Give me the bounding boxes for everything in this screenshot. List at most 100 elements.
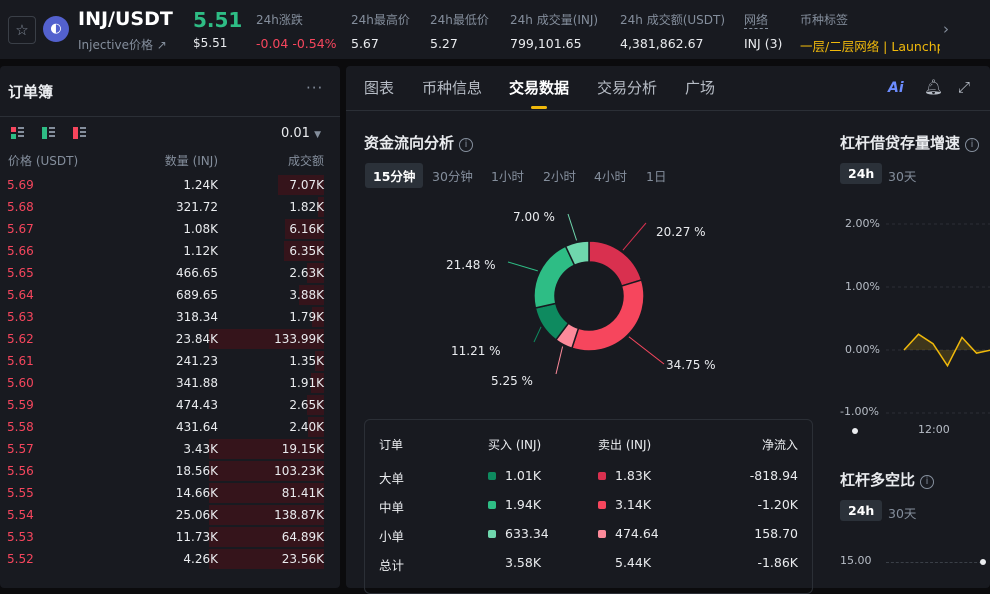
coin-price-link[interactable]: Injective价格 ↗ xyxy=(78,36,167,53)
chevron-right-icon[interactable]: › xyxy=(943,20,949,38)
legend-swatch xyxy=(598,501,606,509)
row-price: 5.59 xyxy=(7,398,34,412)
row-price: 5.58 xyxy=(7,420,34,434)
fund-flow-table: 订单 买入 (INJ) 卖出 (INJ) 净流入 大单 1.01K 1.83K … xyxy=(364,419,813,594)
row-total: 1.79K xyxy=(289,310,324,324)
precision-value: 0.01 xyxy=(281,126,310,141)
area-fill xyxy=(904,334,990,366)
info-icon[interactable]: i xyxy=(965,138,980,152)
net-cell: -1.86K xyxy=(757,555,798,570)
favorite-star-icon[interactable]: ☆ xyxy=(8,16,36,44)
orderbook-panel: 订单簿 ··· 0.01 ▼ 价格 (USDT) 数量 (INJ) 成交额 5.… xyxy=(0,66,340,588)
stat-label-network[interactable]: 网络 xyxy=(744,11,769,29)
view-bids-icon[interactable] xyxy=(42,127,55,139)
orderbook-row[interactable]: 5.59 474.43 2.65K xyxy=(0,394,340,416)
tab-trading-analysis[interactable]: 交易分析 xyxy=(597,77,657,98)
timeframe-1h[interactable]: 1小时 xyxy=(483,163,532,188)
orderbook-row[interactable]: 5.58 431.64 2.40K xyxy=(0,416,340,438)
main-panel: 图表 币种信息 交易数据 交易分析 广场 Ai 🔔︎ ⤢ 资金流向分析 i 15分… xyxy=(346,66,990,594)
buy-cell: 1.94K xyxy=(488,497,541,512)
last-price: 5.51 xyxy=(193,8,243,32)
row-price: 5.62 xyxy=(7,332,34,346)
timeframe-4h[interactable]: 4小时 xyxy=(586,163,635,188)
row-qty: 689.65 xyxy=(176,288,218,302)
more-options-icon[interactable]: ··· xyxy=(306,79,323,97)
view-both-icon[interactable] xyxy=(11,127,24,139)
row-price: 5.69 xyxy=(7,178,34,192)
orderbook-row[interactable]: 5.61 241.23 1.35K xyxy=(0,350,340,372)
view-asks-icon[interactable] xyxy=(73,127,86,139)
th-buy: 买入 (INJ) xyxy=(488,438,542,452)
info-icon[interactable]: i xyxy=(459,138,474,152)
net-cell: -818.94 xyxy=(749,468,798,483)
orderbook-row[interactable]: 5.60 341.88 1.91K xyxy=(0,372,340,394)
stat-value-tags[interactable]: 一层/二层网络 | Launchp xyxy=(800,36,940,55)
row-price: 5.65 xyxy=(7,266,34,280)
y-tick: 15.00 xyxy=(840,554,872,567)
tab-trading-data[interactable]: 交易数据 xyxy=(509,77,569,98)
orderbook-row[interactable]: 5.56 18.56K 103.23K xyxy=(0,460,340,482)
th-sell: 卖出 (INJ) xyxy=(598,438,652,452)
tab-square[interactable]: 广场 xyxy=(685,77,715,98)
orderbook-row[interactable]: 5.69 1.24K 7.07K xyxy=(0,174,340,196)
row-price: 5.63 xyxy=(7,310,34,324)
stat-label-high: 24h最高价 xyxy=(351,13,410,27)
tab-chart[interactable]: 图表 xyxy=(364,77,394,98)
timeframe-1d[interactable]: 1日 xyxy=(638,163,674,188)
th-order: 订单 xyxy=(379,438,404,452)
timeframe-30d[interactable]: 30天 xyxy=(880,163,924,188)
timeframe-24h[interactable]: 24h xyxy=(840,163,883,184)
precision-select[interactable]: 0.01 ▼ xyxy=(281,126,321,141)
timeframe-30d[interactable]: 30天 xyxy=(880,500,924,525)
net-cell: 158.70 xyxy=(754,526,798,541)
long-short-title: 杠杆多空比 i xyxy=(840,469,935,490)
buy-cell: 3.58K xyxy=(505,555,542,570)
row-label: 大单 xyxy=(379,471,405,486)
row-qty: 1.12K xyxy=(183,244,218,258)
orderbook-row[interactable]: 5.62 23.84K 133.99K xyxy=(0,328,340,350)
orderbook-row[interactable]: 5.53 11.73K 64.89K xyxy=(0,526,340,548)
timeframe-15m[interactable]: 15分钟 xyxy=(365,163,424,188)
sell-cell: 1.83K xyxy=(598,468,651,483)
timeframe-30m[interactable]: 30分钟 xyxy=(424,163,481,188)
row-qty: 1.08K xyxy=(183,222,218,236)
row-total: 81.41K xyxy=(281,486,324,500)
orderbook-row[interactable]: 5.67 1.08K 6.16K xyxy=(0,218,340,240)
injective-logo-icon: ◐ xyxy=(43,16,69,42)
orderbook-row[interactable]: 5.52 4.26K 23.56K xyxy=(0,548,340,570)
orderbook-row[interactable]: 5.63 318.34 1.79K xyxy=(0,306,340,328)
divider xyxy=(0,116,340,117)
stat-value-volume: 799,101.65 xyxy=(510,36,582,51)
orderbook-row[interactable]: 5.54 25.06K 138.87K xyxy=(0,504,340,526)
timeframe-2h[interactable]: 2小时 xyxy=(535,163,584,188)
row-price: 5.55 xyxy=(7,486,34,500)
bell-icon[interactable]: 🔔︎ xyxy=(924,78,943,96)
orderbook-row[interactable]: 5.57 3.43K 19.15K xyxy=(0,438,340,460)
info-icon[interactable]: i xyxy=(920,475,935,489)
expand-icon[interactable]: ⤢ xyxy=(958,78,970,96)
row-total: 23.56K xyxy=(281,552,324,566)
stat-label-turnover: 24h 成交额(USDT) xyxy=(620,13,726,27)
orderbook-row[interactable]: 5.66 1.12K 6.35K xyxy=(0,240,340,262)
leader-line xyxy=(567,213,578,241)
row-qty: 321.72 xyxy=(176,200,218,214)
tab-coin-info[interactable]: 币种信息 xyxy=(422,77,482,98)
row-total: 3.88K xyxy=(289,288,324,302)
leader-line xyxy=(507,261,538,272)
row-total: 6.35K xyxy=(289,244,324,258)
row-total: 2.65K xyxy=(289,398,324,412)
orderbook-row[interactable]: 5.68 321.72 1.82K xyxy=(0,196,340,218)
sell-cell: 5.44K xyxy=(615,555,652,570)
orderbook-row[interactable]: 5.55 14.66K 81.41K xyxy=(0,482,340,504)
row-total: 2.40K xyxy=(289,420,324,434)
row-total: 19.15K xyxy=(281,442,324,456)
legend-swatch xyxy=(488,530,496,538)
orderbook-row[interactable]: 5.64 689.65 3.88K xyxy=(0,284,340,306)
chart-marker xyxy=(980,559,986,565)
ai-icon[interactable]: Ai xyxy=(888,80,904,96)
row-qty: 466.65 xyxy=(176,266,218,280)
orderbook-row[interactable]: 5.65 466.65 2.63K xyxy=(0,262,340,284)
y-tick: 0.00% xyxy=(845,343,880,356)
timeframe-24h[interactable]: 24h xyxy=(840,500,883,521)
pair-name[interactable]: INJ/USDT xyxy=(78,8,173,30)
